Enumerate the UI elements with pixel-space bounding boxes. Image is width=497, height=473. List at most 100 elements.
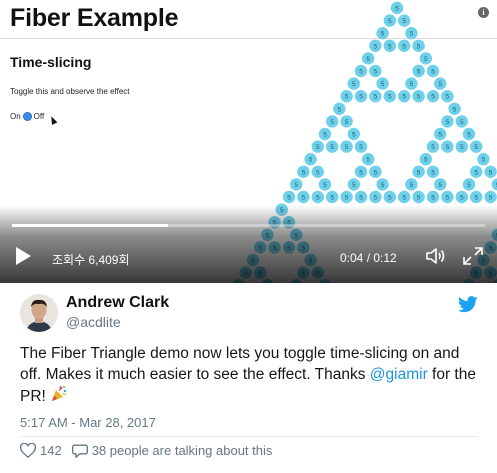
- triangle-dot-label: 5: [287, 195, 291, 202]
- heart-icon: [20, 443, 36, 458]
- triangle-dot-label: 5: [359, 144, 363, 151]
- triangle-dot-label: 5: [460, 144, 464, 151]
- tweet-timestamp[interactable]: 5:17 AM - Mar 28, 2017: [20, 415, 156, 430]
- triangle-dot-label: 5: [467, 182, 471, 189]
- author-name[interactable]: Andrew Clark: [66, 294, 169, 312]
- triangle-dot-label: 5: [345, 94, 349, 101]
- triangle-dot-label: 5: [374, 69, 378, 76]
- footer-divider: [20, 436, 477, 437]
- triangle-dot-label: 5: [417, 195, 421, 202]
- triangle-dot-label: 5: [424, 157, 428, 164]
- triangle-dot-label: 5: [388, 94, 392, 101]
- triangle-dot-label: 5: [302, 169, 306, 176]
- triangle-dot-label: 5: [446, 144, 450, 151]
- talking-count: 38 people are talking about this: [91, 443, 273, 458]
- triangle-dot-label: 5: [446, 119, 450, 126]
- triangle-dot-label: 5: [302, 195, 306, 202]
- view-count: 조회수 6,409회: [52, 253, 130, 267]
- triangle-dot-label: 5: [417, 43, 421, 50]
- triangle-dot-label: 5: [402, 195, 406, 202]
- triangle-dot-label: 5: [474, 169, 478, 176]
- triangle-dot-label: 5: [417, 169, 421, 176]
- triangle-dot-label: 5: [345, 144, 349, 151]
- tweet-text: The Fiber Triangle demo now lets you tog…: [20, 343, 480, 407]
- triangle-dot-label: 5: [431, 169, 435, 176]
- triangle-dot-label: 5: [424, 56, 428, 63]
- triangle-dot-label: 5: [359, 69, 363, 76]
- triangle-dot-label: 5: [467, 132, 471, 139]
- progress-fill: [12, 224, 169, 227]
- triangle-dot-label: 5: [438, 81, 442, 88]
- triangle-dot-label: 5: [410, 81, 414, 88]
- triangle-dot-label: 5: [323, 182, 327, 189]
- like-count: 142: [40, 443, 62, 458]
- triangle-dot-label: 5: [338, 106, 342, 113]
- triangle-dot-label: 5: [395, 6, 399, 13]
- triangle-dot-label: 5: [345, 119, 349, 126]
- tweet-actions: 142 38 people are talking about this: [20, 443, 272, 458]
- controls-gradient: [0, 205, 497, 283]
- fullscreen-icon[interactable]: [462, 246, 484, 266]
- triangle-dot-label: 5: [410, 182, 414, 189]
- author-handle[interactable]: @acdlite: [66, 314, 121, 330]
- triangle-dot-label: 5: [374, 169, 378, 176]
- triangle-dot-label: 5: [431, 94, 435, 101]
- triangle-dot-label: 5: [482, 157, 486, 164]
- triangle-dot-label: 5: [359, 195, 363, 202]
- triangle-dot-label: 5: [388, 18, 392, 25]
- time-display: 0:04 / 0:12: [340, 251, 397, 265]
- triangle-dot-label: 5: [431, 195, 435, 202]
- triangle-dot-label: 5: [438, 182, 442, 189]
- triangle-dot-label: 5: [366, 157, 370, 164]
- triangle-dot-label: 5: [316, 195, 320, 202]
- conversation-link[interactable]: 38 people are talking about this: [71, 443, 273, 458]
- triangle-dot-label: 5: [431, 69, 435, 76]
- triangle-dot-label: 5: [388, 43, 392, 50]
- triangle-dot-label: 5: [330, 144, 334, 151]
- play-icon[interactable]: [16, 247, 31, 265]
- triangle-dot-label: 5: [460, 119, 464, 126]
- triangle-dot-label: 5: [374, 195, 378, 202]
- triangle-dot-label: 5: [359, 94, 363, 101]
- triangle-dot-label: 5: [431, 144, 435, 151]
- triangle-dot-label: 5: [330, 195, 334, 202]
- triangle-dot-label: 5: [489, 169, 493, 176]
- avatar[interactable]: [20, 294, 58, 332]
- triangle-dot-label: 5: [381, 31, 385, 38]
- triangle-dot-label: 5: [309, 157, 313, 164]
- triangle-dot-label: 5: [359, 169, 363, 176]
- mention-link[interactable]: @giamir: [370, 366, 428, 383]
- triangle-dot-label: 5: [446, 94, 450, 101]
- triangle-dot-label: 5: [402, 43, 406, 50]
- triangle-dot-label: 5: [388, 195, 392, 202]
- triangle-dot-label: 5: [323, 132, 327, 139]
- like-button[interactable]: 142: [20, 443, 62, 458]
- triangle-dot-label: 5: [374, 94, 378, 101]
- triangle-dot-label: 5: [417, 69, 421, 76]
- triangle-dot-label: 5: [352, 81, 356, 88]
- progress-bar[interactable]: [12, 224, 485, 227]
- triangle-dot-label: 5: [352, 182, 356, 189]
- triangle-dot-label: 5: [316, 144, 320, 151]
- triangle-dot-label: 5: [381, 81, 385, 88]
- triangle-dot-label: 5: [366, 56, 370, 63]
- triangle-dot-label: 5: [294, 182, 298, 189]
- volume-icon[interactable]: [425, 246, 447, 266]
- triangle-dot-label: 5: [446, 195, 450, 202]
- triangle-dot-label: 5: [460, 195, 464, 202]
- triangle-dot-label: 5: [345, 195, 349, 202]
- triangle-dot-label: 5: [381, 182, 385, 189]
- triangle-dot-label: 5: [438, 132, 442, 139]
- twitter-bird-icon[interactable]: [458, 296, 478, 313]
- reply-icon: [71, 444, 88, 458]
- triangle-dot-label: 5: [489, 195, 493, 202]
- triangle-dot-label: 5: [402, 18, 406, 25]
- triangle-dot-label: 5: [417, 94, 421, 101]
- triangle-dot-label: 5: [410, 31, 414, 38]
- triangle-dot-label: 5: [402, 94, 406, 101]
- triangle-dot-label: 5: [474, 195, 478, 202]
- video-player[interactable]: Fiber Example i Time-slicing Toggle this…: [0, 0, 497, 283]
- triangle-dot-label: 5: [474, 144, 478, 151]
- triangle-dot-label: 5: [453, 106, 457, 113]
- triangle-dot-label: 5: [352, 132, 356, 139]
